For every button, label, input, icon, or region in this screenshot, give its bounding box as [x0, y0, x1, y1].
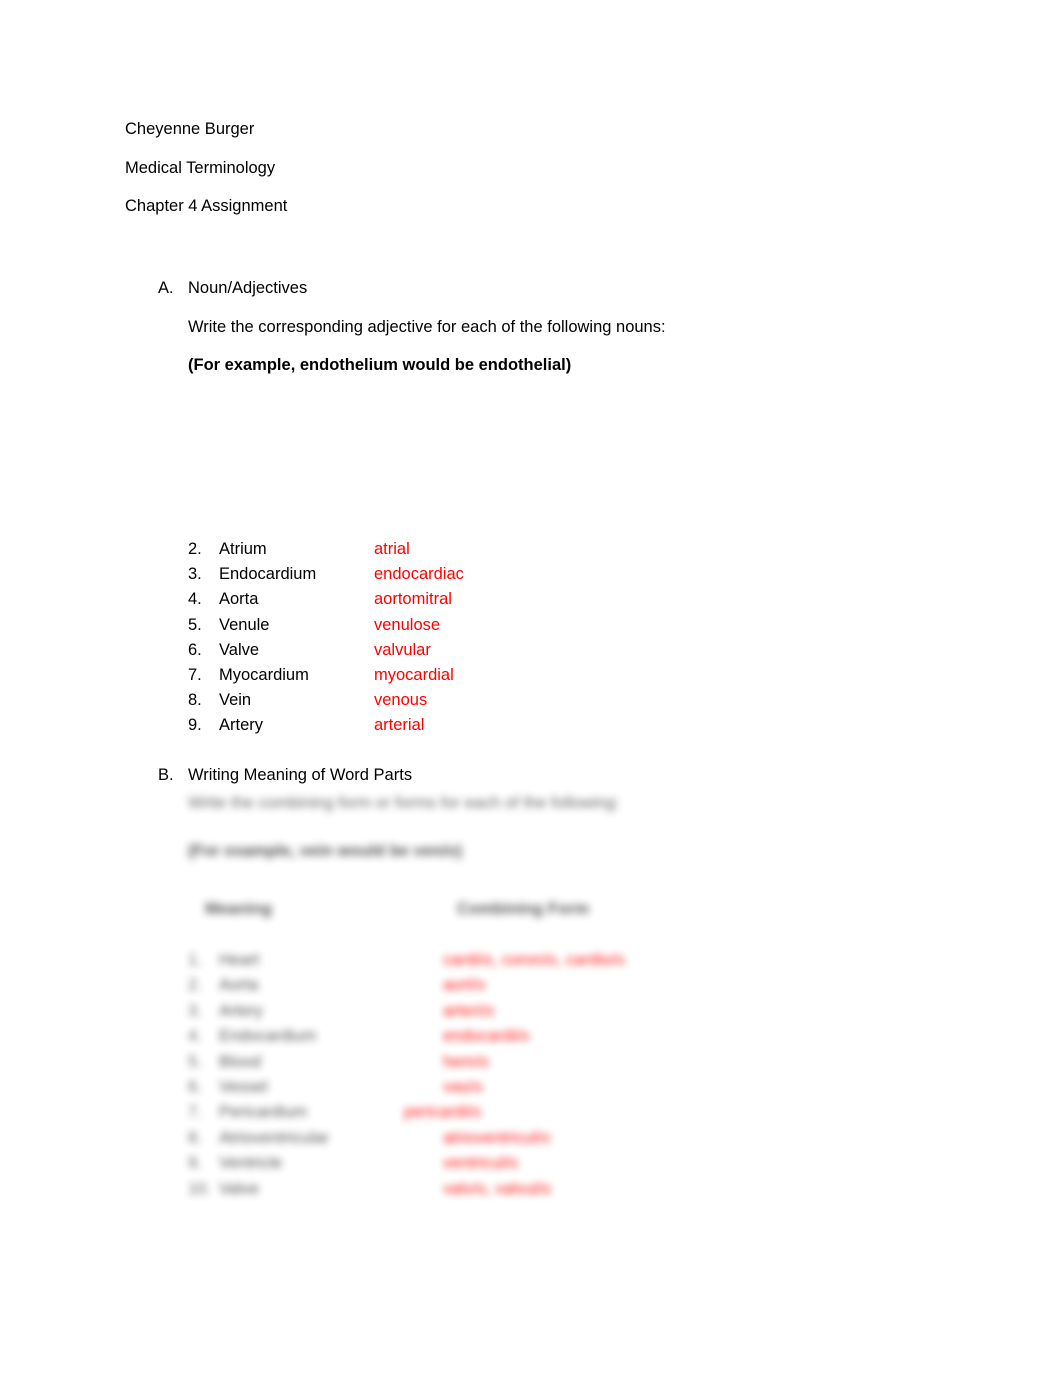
item-number: 8. [188, 691, 202, 710]
item-answer: valvular [374, 640, 431, 659]
item-noun: Venule [219, 615, 270, 634]
item-noun: Vein [219, 691, 252, 710]
table-row: 7. Pericardium pericardi/o [188, 1100, 988, 1125]
section-a-letter: A. [158, 279, 174, 297]
section-b-instruction: Write the combining form or forms for ea… [188, 794, 620, 812]
row-number: 8. [188, 1128, 202, 1147]
column-header-meaning: Meaning [205, 900, 272, 918]
header-line-chapter: Chapter 4 Assignment [125, 197, 288, 215]
document-page: Cheyenne Burger Medical Terminology Chap… [0, 0, 1062, 1377]
list-item: 6. Valve valvular [188, 638, 788, 663]
item-number: 4. [188, 590, 202, 609]
row-meaning: Heart [219, 951, 260, 969]
table-row: 8. Atrioventricular atrioventricul/o [188, 1126, 988, 1151]
item-number: 6. [188, 640, 202, 659]
item-noun: Myocardium [219, 665, 309, 684]
row-number: 4. [188, 1027, 202, 1046]
noun-adjective-list: 2. Atrium atrial 3. Endocardium endocard… [188, 537, 788, 739]
section-a-instruction: Write the corresponding adjective for ea… [188, 318, 666, 336]
row-meaning: Valve [219, 1179, 260, 1198]
row-meaning: Artery [219, 1001, 264, 1020]
item-answer: endocardiac [374, 565, 464, 584]
column-header-combining-form: Combining Form [457, 900, 589, 918]
item-answer: venulose [374, 615, 441, 634]
table-row: 9. Ventricle ventricul/o [188, 1151, 988, 1176]
row-answer: ventricul/o [443, 1154, 519, 1173]
item-noun: Endocardium [219, 565, 317, 584]
list-item: 2. Atrium atrial [188, 537, 788, 562]
row-answer: valv/o, valvul/o [443, 1179, 552, 1198]
list-item: 8. Vein venous [188, 688, 788, 713]
row-number: 6. [188, 1077, 202, 1096]
list-item: 7. Myocardium myocardial [188, 663, 788, 688]
section-b-example: (For example, vein would be ven/o) [188, 842, 463, 860]
item-noun: Valve [219, 640, 260, 659]
header-line-course: Medical Terminology [125, 158, 276, 177]
section-b: B. Writing Meaning of Word Parts [158, 765, 978, 785]
section-a-example: (For example, endothelium would be endot… [188, 356, 572, 374]
row-number: 10. [188, 1179, 211, 1198]
row-number: 2. [188, 976, 202, 995]
row-number: 3. [188, 1001, 202, 1020]
row-answer: vas/o [443, 1077, 483, 1096]
row-meaning: Vessel [219, 1077, 268, 1096]
row-number: 1. [188, 951, 202, 969]
row-meaning: Aorta [219, 976, 259, 995]
table-row: 2. Aorta aort/o [188, 973, 988, 998]
list-item: 3. Endocardium endocardiac [188, 562, 788, 587]
table-row: 4. Endocardium endocardi/o [188, 1024, 988, 1049]
row-meaning: Ventricle [219, 1154, 283, 1173]
row-answer: hem/o [443, 1052, 489, 1071]
table-row: 6. Vessel vas/o [188, 1075, 988, 1100]
row-meaning: Atrioventricular [219, 1128, 330, 1147]
row-answer: pericardi/o [404, 1103, 482, 1122]
row-answer: endocardi/o [443, 1027, 530, 1046]
item-number: 3. [188, 565, 202, 584]
item-answer: arterial [374, 716, 425, 735]
row-answer: atrioventricul/o [443, 1128, 551, 1147]
row-answer: aort/o [443, 976, 486, 995]
row-meaning: Pericardium [219, 1103, 308, 1122]
section-a-heading: A. Noun/Adjectives [158, 278, 938, 298]
row-meaning: Blood [219, 1052, 262, 1071]
item-number: 9. [188, 716, 202, 735]
document-header: Cheyenne Burger Medical Terminology Chap… [125, 120, 825, 236]
table-row: 10. Valve valv/o, valvul/o [188, 1177, 988, 1202]
row-answer: cardi/o, coron/o, cardio/o [443, 951, 625, 969]
header-line-name: Cheyenne Burger [125, 120, 255, 138]
item-answer: venous [374, 691, 428, 710]
section-a-body: Write the corresponding adjective for ea… [188, 317, 938, 375]
table-row: 5. Blood hem/o [188, 1050, 988, 1075]
item-number: 5. [188, 615, 202, 634]
table-row: 3. Artery arteri/o [188, 999, 988, 1024]
item-answer: myocardial [374, 665, 454, 684]
section-b-letter: B. [158, 766, 174, 784]
section-b-body: Write the combining form or forms for ea… [188, 793, 1008, 889]
row-meaning: Endocardium [219, 1027, 317, 1046]
row-number: 9. [188, 1154, 202, 1173]
row-number: 7. [188, 1103, 202, 1122]
item-answer: atrial [374, 540, 410, 558]
section-a: A. Noun/Adjectives Write the correspondi… [158, 278, 938, 393]
row-answer: arteri/o [443, 1001, 495, 1020]
item-number: 7. [188, 665, 202, 684]
item-noun: Artery [219, 716, 264, 735]
list-item: 4. Aorta aortomitral [188, 587, 788, 612]
table-header-row: Meaning Combining Form [188, 896, 988, 922]
list-item: 5. Venule venulose [188, 613, 788, 638]
word-parts-table: Meaning Combining Form 1. Heart cardi/o,… [188, 896, 988, 1202]
item-answer: aortomitral [374, 590, 452, 609]
section-a-title: Noun/Adjectives [188, 279, 308, 297]
list-item: 9. Artery arterial [188, 713, 788, 738]
item-number: 2. [188, 540, 202, 558]
row-number: 5. [188, 1052, 202, 1071]
table-row: 1. Heart cardi/o, coron/o, cardio/o [188, 948, 988, 973]
section-b-title: Writing Meaning of Word Parts [188, 766, 413, 784]
item-noun: Atrium [219, 540, 267, 558]
item-noun: Aorta [219, 590, 259, 609]
section-b-heading: B. Writing Meaning of Word Parts [158, 765, 978, 785]
